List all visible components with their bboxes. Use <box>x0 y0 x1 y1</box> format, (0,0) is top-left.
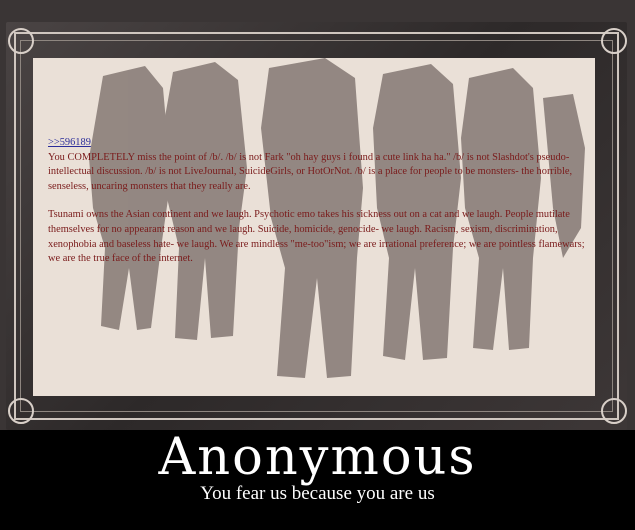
frame-corner-ornament <box>601 398 627 424</box>
post-paragraph-2: Tsunami owns the Asian continent and we … <box>48 209 585 265</box>
caption-title: Anonymous <box>158 428 477 487</box>
quote-link[interactable]: >>596189 <box>48 136 588 151</box>
caption-subtitle: You fear us because you are us <box>200 483 435 504</box>
poster-image: >>596189 You COMPLETELY miss the point o… <box>33 58 595 396</box>
frame-corner-ornament <box>601 28 627 54</box>
post-body: >>596189 You COMPLETELY miss the point o… <box>48 136 588 281</box>
frame-corner-ornament <box>8 398 34 424</box>
poster-frame: >>596189 You COMPLETELY miss the point o… <box>0 0 635 430</box>
frame-corner-ornament <box>8 28 34 54</box>
post-paragraph-1: You COMPLETELY miss the point of /b/. /b… <box>48 151 573 192</box>
